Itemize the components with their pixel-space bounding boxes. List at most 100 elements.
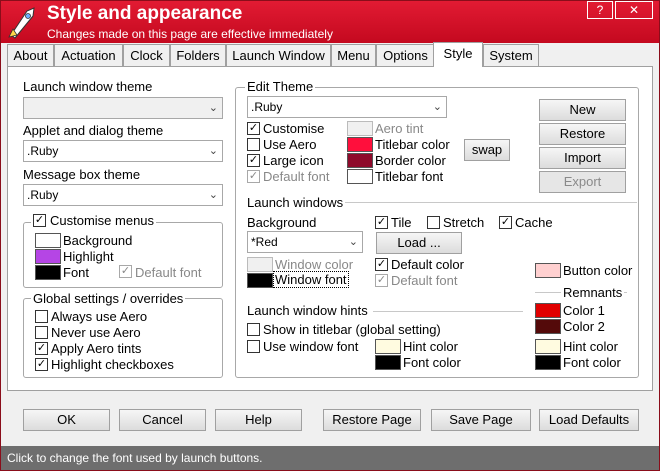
always-use-aero-checkbox[interactable] bbox=[35, 310, 48, 323]
import-button[interactable]: Import bbox=[539, 147, 626, 169]
remnant-color1-swatch[interactable] bbox=[535, 303, 561, 318]
new-button[interactable]: New bbox=[539, 99, 626, 121]
tile-checkbox[interactable]: ✓ bbox=[375, 216, 388, 229]
aero-tint-swatch[interactable] bbox=[347, 121, 373, 136]
default-color-checkbox[interactable]: ✓ bbox=[375, 258, 388, 271]
load-button[interactable]: Load ... bbox=[376, 232, 462, 254]
restore-page-button[interactable]: Restore Page bbox=[323, 409, 421, 431]
background-select[interactable]: *Red ⌄ bbox=[247, 231, 363, 253]
remnant-color2-label: Color 2 bbox=[563, 319, 605, 334]
apply-aero-tints-label: Apply Aero tints bbox=[51, 341, 142, 356]
launch-windows-divider bbox=[345, 202, 637, 203]
hint-color-label: Hint color bbox=[403, 339, 458, 354]
edit-default-font-label: Default font bbox=[263, 169, 330, 184]
window-font-swatch[interactable] bbox=[247, 273, 273, 288]
stretch-checkbox[interactable] bbox=[427, 216, 440, 229]
tab-style[interactable]: Style bbox=[433, 42, 483, 67]
remnants-title: Remnants bbox=[561, 285, 625, 300]
edit-theme-select[interactable]: .Ruby ⌄ bbox=[247, 96, 447, 118]
tab-launch-window[interactable]: Launch Window bbox=[226, 44, 331, 66]
menu-default-font-label: Default font bbox=[135, 265, 202, 280]
button-color-swatch[interactable] bbox=[535, 263, 561, 278]
right-font-color-swatch[interactable] bbox=[535, 355, 561, 370]
window-font-label[interactable]: Window font bbox=[273, 271, 349, 288]
menu-font-label: Font bbox=[63, 265, 90, 280]
always-use-aero-label: Always use Aero bbox=[51, 309, 148, 324]
export-button[interactable]: Export bbox=[539, 171, 626, 193]
swap-button[interactable]: swap bbox=[464, 139, 510, 161]
titlebar-color-label: Titlebar color bbox=[375, 137, 450, 152]
chevron-down-icon: ⌄ bbox=[208, 189, 218, 201]
page-subtitle: Changes made on this page are effective … bbox=[47, 27, 333, 41]
applet-theme-select[interactable]: .Ruby ⌄ bbox=[23, 140, 223, 162]
tab-clock[interactable]: Clock bbox=[123, 44, 170, 66]
customise-menus-label: Customise menus bbox=[50, 213, 155, 228]
tab-menu[interactable]: Menu bbox=[331, 44, 376, 66]
help-footer-button[interactable]: Help bbox=[215, 409, 302, 431]
use-aero-label: Use Aero bbox=[263, 137, 317, 152]
border-color-label: Border color bbox=[375, 153, 446, 168]
never-use-aero-label: Never use Aero bbox=[51, 325, 141, 340]
right-hint-color-swatch[interactable] bbox=[535, 339, 561, 354]
close-button[interactable]: ✕ bbox=[615, 1, 653, 19]
menu-font-swatch[interactable] bbox=[35, 265, 61, 280]
use-window-font-checkbox[interactable] bbox=[247, 340, 260, 353]
close-icon: ✕ bbox=[628, 3, 640, 17]
highlight-checkboxes-label: Highlight checkboxes bbox=[51, 357, 174, 372]
stretch-label: Stretch bbox=[443, 215, 485, 230]
hints-title: Launch window hints bbox=[245, 303, 370, 318]
menu-default-font-checkbox[interactable]: ✓ bbox=[119, 265, 132, 278]
message-box-theme-select[interactable]: .Ruby ⌄ bbox=[23, 184, 223, 206]
aero-tint-label: Aero tint bbox=[375, 121, 424, 136]
message-box-theme-label: Message box theme bbox=[23, 167, 141, 182]
button-color-label: Button color bbox=[563, 263, 633, 278]
customise-menus-checkbox[interactable]: ✓ bbox=[33, 214, 46, 227]
edit-default-font-checkbox[interactable]: ✓ bbox=[247, 170, 260, 183]
menu-highlight-swatch[interactable] bbox=[35, 249, 61, 264]
load-defaults-button[interactable]: Load Defaults bbox=[539, 409, 639, 431]
ok-button[interactable]: OK bbox=[23, 409, 110, 431]
window-color-swatch[interactable] bbox=[247, 257, 273, 272]
hint-color-swatch[interactable] bbox=[375, 339, 401, 354]
show-in-titlebar-checkbox[interactable] bbox=[247, 323, 260, 336]
tab-actuation[interactable]: Actuation bbox=[54, 44, 123, 66]
style-appearance-window: Style and appearance Changes made on thi… bbox=[0, 0, 660, 471]
status-bar: Click to change the font used by launch … bbox=[1, 446, 659, 470]
use-window-font-label: Use window font bbox=[263, 339, 359, 354]
edit-theme-value: .Ruby bbox=[251, 100, 283, 114]
remnant-color1-label: Color 1 bbox=[563, 303, 605, 318]
save-page-button[interactable]: Save Page bbox=[431, 409, 531, 431]
use-aero-checkbox[interactable] bbox=[247, 138, 260, 151]
never-use-aero-checkbox[interactable] bbox=[35, 326, 48, 339]
large-icon-label: Large icon bbox=[263, 153, 324, 168]
tab-system[interactable]: System bbox=[483, 44, 539, 66]
chevron-down-icon: ⌄ bbox=[208, 145, 218, 157]
hint-font-color-swatch[interactable] bbox=[375, 355, 401, 370]
launch-window-theme-select[interactable]: ⌄ bbox=[23, 97, 223, 119]
chevron-down-icon: ⌄ bbox=[208, 102, 218, 114]
large-icon-checkbox[interactable]: ✓ bbox=[247, 154, 260, 167]
tab-folders[interactable]: Folders bbox=[170, 44, 226, 66]
menu-background-swatch[interactable] bbox=[35, 233, 61, 248]
border-color-swatch[interactable] bbox=[347, 153, 373, 168]
titlebar-color-swatch[interactable] bbox=[347, 137, 373, 152]
tab-options[interactable]: Options bbox=[376, 44, 435, 66]
message-box-theme-value: .Ruby bbox=[27, 188, 59, 202]
restore-button[interactable]: Restore bbox=[539, 123, 626, 145]
remnant-color2-swatch[interactable] bbox=[535, 319, 561, 334]
cancel-button[interactable]: Cancel bbox=[119, 409, 206, 431]
titlebar-font-swatch[interactable] bbox=[347, 169, 373, 184]
menu-background-label: Background bbox=[63, 233, 133, 248]
help-button[interactable]: ? bbox=[587, 1, 613, 19]
highlight-checkboxes-checkbox[interactable]: ✓ bbox=[35, 358, 48, 371]
launch-default-font-checkbox[interactable]: ✓ bbox=[375, 274, 388, 287]
chevron-down-icon: ⌄ bbox=[348, 236, 358, 248]
tab-about[interactable]: About bbox=[7, 44, 54, 66]
apply-aero-tints-checkbox[interactable]: ✓ bbox=[35, 342, 48, 355]
customise-checkbox[interactable]: ✓ bbox=[247, 122, 260, 135]
right-font-color-label: Font color bbox=[563, 355, 621, 370]
tile-label: Tile bbox=[391, 215, 412, 230]
cache-checkbox[interactable]: ✓ bbox=[499, 216, 512, 229]
page-title: Style and appearance bbox=[47, 3, 243, 24]
launch-window-theme-label: Launch window theme bbox=[23, 79, 153, 94]
